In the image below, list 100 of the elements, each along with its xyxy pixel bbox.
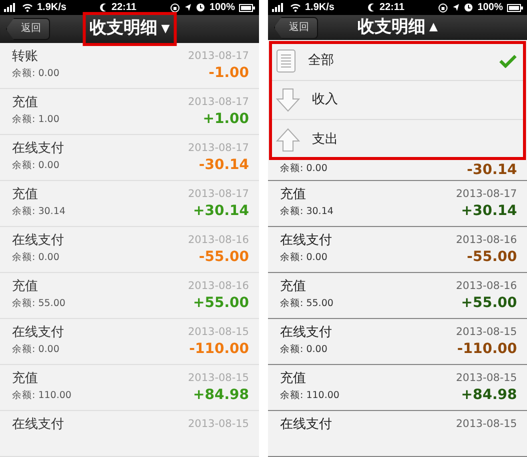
menu-item-label: 全部	[308, 52, 335, 70]
transaction-row[interactable]: 充值 余额: 1.00 2013-08-17 +1.00	[0, 89, 259, 135]
page-title[interactable]: 收支明细 ▼	[85, 15, 174, 43]
transaction-title: 充值	[12, 278, 39, 296]
transaction-amount: -1.00	[208, 64, 249, 82]
transaction-date: 2013-08-15	[188, 417, 249, 432]
balance-text: 余额: 0.00	[12, 159, 60, 173]
page-title[interactable]: 收支明细 ▲	[353, 14, 442, 42]
signal-icon	[272, 3, 286, 12]
transaction-date: 2013-08-15	[456, 325, 517, 340]
transaction-amount: +55.00	[192, 294, 249, 312]
transaction-row[interactable]: 余额: 0.00 -30.14	[268, 159, 527, 181]
transaction-row[interactable]: 在线支付 余额: 0.00 2013-08-16 -55.00	[268, 227, 527, 273]
transaction-amount: -55.00	[198, 248, 249, 266]
wifi-icon	[22, 3, 33, 12]
transaction-title: 在线支付	[280, 232, 332, 250]
transaction-title: 充值	[280, 186, 307, 204]
rotation-lock-icon	[438, 2, 448, 12]
transaction-title: 充值	[12, 370, 39, 388]
battery-icon	[239, 4, 256, 12]
balance-text: 余额: 1.00	[12, 113, 60, 127]
transaction-title: 在线支付	[12, 140, 64, 158]
transaction-amount: -110.00	[456, 340, 517, 358]
clock-time: 22:11	[111, 1, 136, 15]
transaction-row[interactable]: 在线支付 余额: 0.00 2013-08-16 -55.00	[0, 227, 259, 273]
balance-text: 余额: 30.14	[280, 205, 334, 219]
menu-item[interactable]: 支出	[270, 120, 525, 159]
transaction-date: 2013-08-15	[188, 371, 249, 386]
transaction-date: 2013-08-17	[188, 141, 249, 156]
transaction-title: 充值	[12, 94, 39, 112]
transaction-title: 在线支付	[12, 232, 64, 250]
transaction-row[interactable]: 转账 余额: 0.00 2013-08-17 -1.00	[0, 43, 259, 89]
alarm-icon	[464, 3, 474, 12]
transaction-row[interactable]: 在线支付 余额: 0.00 2013-08-17 -30.14	[0, 135, 259, 181]
transaction-row[interactable]: 在线支付 余额: 0.00 2013-08-15 -110.00	[268, 319, 527, 365]
transaction-date: 2013-08-16	[188, 233, 249, 248]
transaction-title: 在线支付	[12, 324, 64, 342]
menu-item-label: 支出	[312, 130, 339, 149]
transaction-title: 在线支付	[280, 324, 332, 342]
transaction-date: 2013-08-16	[456, 233, 517, 248]
back-button[interactable]: 返回	[6, 18, 50, 40]
balance-text: 余额: 55.00	[280, 297, 334, 311]
transaction-date: 2013-08-17	[188, 49, 249, 64]
transaction-amount: -30.14	[198, 156, 249, 174]
back-button[interactable]: 返回	[274, 16, 318, 38]
caret-icon: ▼	[161, 20, 170, 38]
balance-text: 余额: 0.00	[280, 162, 328, 176]
signal-icon	[4, 3, 18, 12]
balance-text: 余额: 0.00	[12, 251, 60, 265]
menu-item[interactable]: 全部	[270, 42, 525, 81]
caret-icon: ▲	[429, 19, 438, 36]
location-icon	[184, 3, 192, 12]
battery-icon	[507, 4, 524, 12]
alarm-icon	[196, 3, 206, 12]
network-speed: 1.9K/s	[305, 1, 334, 15]
list-icon	[276, 49, 296, 73]
balance-text: 余额: 0.00	[12, 67, 60, 81]
transaction-row[interactable]: 充值 余额: 110.00 2013-08-15 +84.98	[0, 365, 259, 411]
balance-text: 余额: 110.00	[12, 389, 72, 403]
transaction-row[interactable]: 充值 余额: 55.00 2013-08-16 +55.00	[0, 273, 259, 319]
transaction-date: 2013-08-15	[188, 325, 249, 340]
transaction-title: 充值	[280, 278, 307, 296]
transaction-amount: -30.14	[466, 161, 517, 179]
transaction-amount: -110.00	[188, 340, 249, 358]
balance-text: 余额: 0.00	[280, 343, 328, 357]
transaction-amount: +30.14	[192, 202, 249, 220]
transaction-date: 2013-08-15	[456, 371, 517, 386]
up-arrow-icon	[276, 128, 300, 152]
transaction-row[interactable]: 充值 余额: 110.00 2013-08-15 +84.98	[268, 365, 527, 411]
battery-percent: 100%	[209, 1, 236, 15]
transaction-amount: +30.14	[460, 202, 517, 220]
down-arrow-icon	[276, 88, 300, 112]
transaction-date: 2013-08-16	[456, 279, 517, 294]
balance-text: 余额: 0.00	[280, 251, 328, 265]
transaction-amount: +84.98	[460, 386, 517, 404]
moon-icon	[368, 3, 376, 12]
menu-item-label: 收入	[312, 91, 339, 110]
transaction-date: 2013-08-17	[188, 95, 249, 110]
transaction-title: 在线支付	[280, 416, 332, 434]
transaction-row[interactable]: 在线支付 2013-08-15	[0, 411, 259, 457]
transaction-title: 转账	[12, 48, 39, 66]
transaction-row[interactable]: 在线支付 2013-08-15	[268, 411, 527, 457]
balance-text: 余额: 0.00	[12, 343, 60, 357]
transaction-date: 2013-08-17	[456, 187, 517, 202]
transaction-date: 2013-08-16	[188, 279, 249, 294]
transaction-title: 充值	[280, 370, 307, 388]
menu-item[interactable]: 收入	[270, 81, 525, 120]
wifi-icon	[290, 3, 301, 12]
transaction-amount: -55.00	[466, 248, 517, 266]
location-icon	[452, 3, 460, 12]
transaction-amount: +55.00	[460, 294, 517, 312]
balance-text: 余额: 110.00	[280, 389, 340, 403]
balance-text: 余额: 55.00	[12, 297, 66, 311]
network-speed: 1.9K/s	[37, 1, 66, 15]
transaction-amount: +1.00	[202, 110, 249, 128]
transaction-row[interactable]: 充值 余额: 30.14 2013-08-17 +30.14	[268, 181, 527, 227]
transaction-title: 充值	[12, 186, 39, 204]
transaction-row[interactable]: 充值 余额: 55.00 2013-08-16 +55.00	[268, 273, 527, 319]
transaction-row[interactable]: 在线支付 余额: 0.00 2013-08-15 -110.00	[0, 319, 259, 365]
transaction-row[interactable]: 充值 余额: 30.14 2013-08-17 +30.14	[0, 181, 259, 227]
